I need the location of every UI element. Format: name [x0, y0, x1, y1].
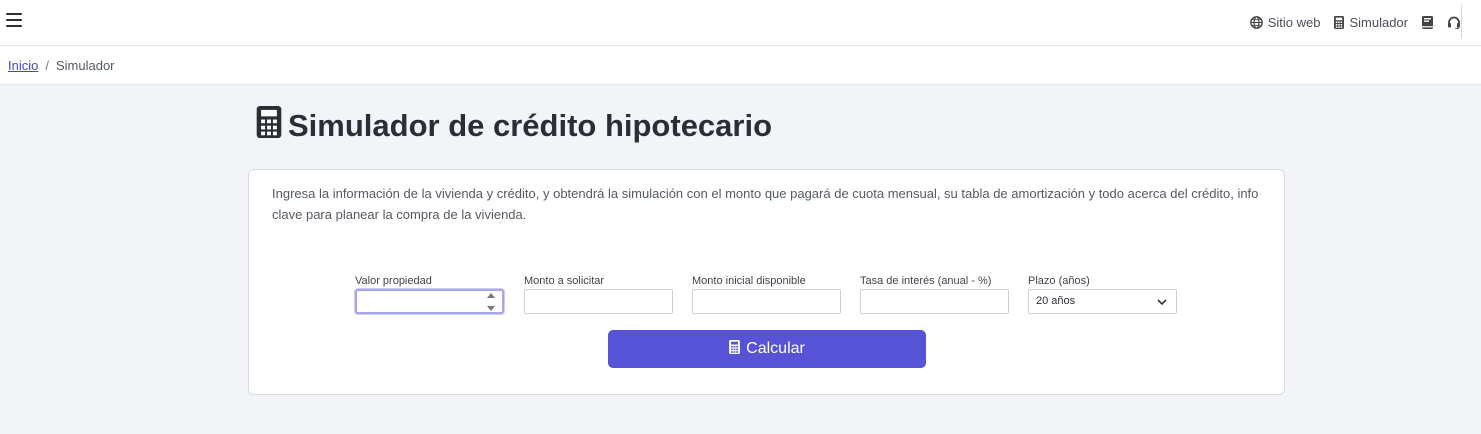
- hamburger-menu-icon[interactable]: [6, 12, 22, 28]
- spinner-up-icon[interactable]: [487, 293, 495, 298]
- field-plazo: Plazo (años) 20 años: [1028, 275, 1178, 314]
- field-label: Valor propiedad: [355, 275, 432, 287]
- breadcrumb-home-link[interactable]: Inicio: [8, 58, 38, 73]
- monto-solicitar-input[interactable]: [524, 289, 673, 314]
- headset-icon: [1447, 16, 1461, 29]
- globe-icon: [1249, 16, 1263, 29]
- nav-link-label: Sitio web: [1267, 15, 1321, 30]
- field-label: Plazo (años): [1028, 275, 1090, 287]
- nav-divider: [1461, 4, 1462, 38]
- plazo-selected-value: 20 años: [1036, 295, 1076, 307]
- top-bar: Sitio web Simulador: [0, 0, 1481, 46]
- valor-propiedad-input[interactable]: [355, 289, 504, 314]
- page-description: Ingresa la información de la vivienda y …: [272, 186, 1259, 222]
- simulator-card: Ingresa la información de la vivienda y …: [248, 169, 1285, 395]
- number-spinner[interactable]: [487, 293, 495, 311]
- book-icon: [1422, 16, 1433, 29]
- calculator-icon: [256, 106, 282, 146]
- field-monto-inicial: Monto inicial disponible: [692, 275, 842, 314]
- breadcrumb: Inicio / Simulador: [0, 46, 1481, 85]
- nav-link-simulador[interactable]: Simulador: [1334, 15, 1408, 30]
- calculator-icon: [729, 339, 741, 359]
- page-title-text: Simulador de crédito hipotecario: [288, 108, 773, 143]
- field-label: Monto a solicitar: [524, 275, 605, 287]
- field-label: Tasa de interés (anual - %): [860, 275, 992, 287]
- plazo-select[interactable]: 20 años: [1028, 289, 1177, 314]
- page-title: Simulador de crédito hipotecario: [256, 106, 772, 146]
- calcular-button[interactable]: Calcular: [608, 330, 926, 368]
- nav-link-label: Simulador: [1349, 15, 1408, 30]
- spinner-down-icon[interactable]: [487, 306, 495, 311]
- field-valor-propiedad: Valor propiedad: [355, 275, 505, 314]
- monto-inicial-input[interactable]: [692, 289, 841, 314]
- field-tasa-interes: Tasa de interés (anual - %): [860, 275, 1010, 314]
- nav-link-book[interactable]: [1422, 16, 1433, 29]
- nav-link-sitio-web[interactable]: Sitio web: [1249, 15, 1321, 30]
- top-nav: Sitio web Simulador: [1249, 0, 1461, 45]
- nav-link-support[interactable]: [1447, 16, 1461, 29]
- breadcrumb-current: Simulador: [55, 57, 115, 73]
- calculator-icon: [1334, 16, 1345, 29]
- field-label: Monto inicial disponible: [692, 275, 806, 287]
- calcular-button-label: Calcular: [746, 340, 805, 357]
- breadcrumb-separator: /: [45, 57, 49, 73]
- chevron-down-icon: [1157, 297, 1167, 309]
- tasa-interes-input[interactable]: [860, 289, 1009, 314]
- field-monto-solicitar: Monto a solicitar: [524, 275, 674, 314]
